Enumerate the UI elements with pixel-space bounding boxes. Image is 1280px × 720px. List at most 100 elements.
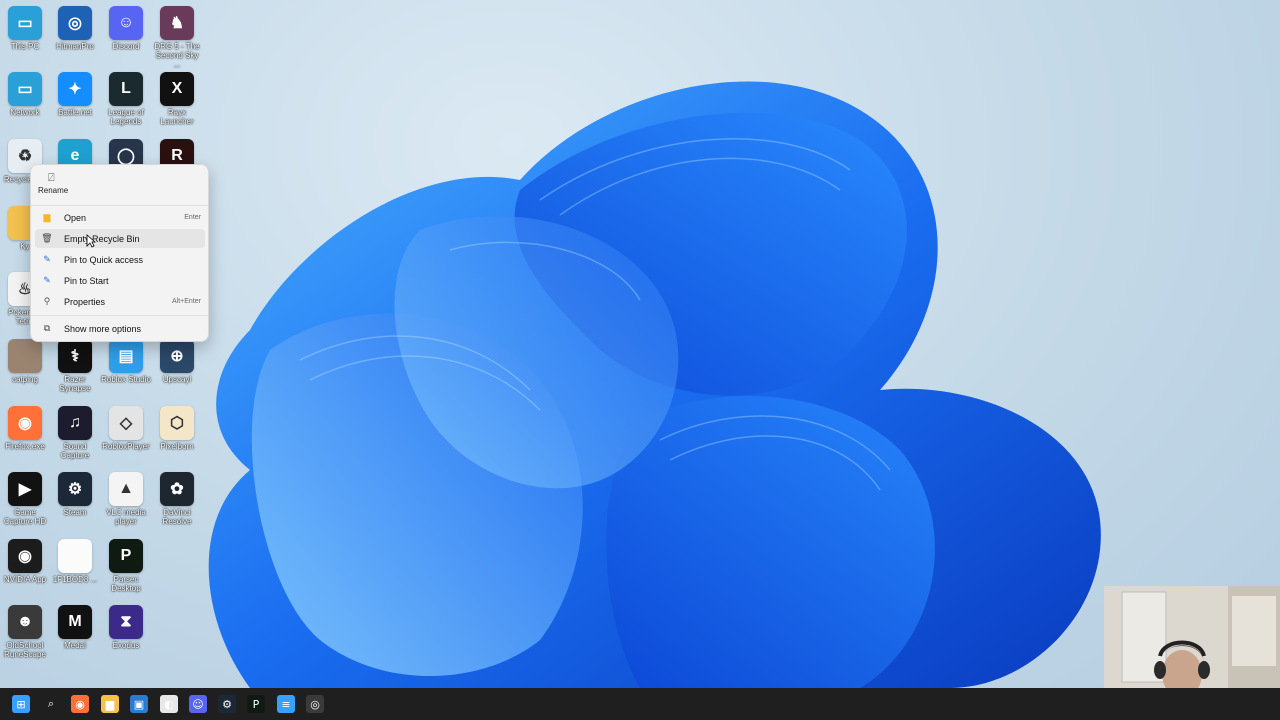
game-icon: ♞: [160, 6, 194, 40]
desktop-icon[interactable]: ◉ Firefox.exe: [0, 406, 50, 451]
wrench-icon: ⚲: [43, 296, 51, 306]
desktop-icon[interactable]: ⊕ Upscayl: [152, 339, 202, 384]
menu-item-open[interactable]: ▆ Open Enter: [35, 208, 205, 227]
desktop-icon[interactable]: ☻ OldSchool RuneScape: [0, 605, 50, 659]
notepad-icon[interactable]: ≡: [277, 695, 295, 713]
desktop-icon[interactable]: ▲ VLC media player: [101, 472, 151, 526]
sound-capture-icon: ♫: [58, 406, 92, 440]
menu-item-pin-start[interactable]: ✎ Pin to Start: [35, 271, 205, 290]
nvidia-icon: ◉: [8, 539, 42, 573]
desktop-icon[interactable]: 1F1BOD8 ...: [50, 539, 100, 584]
desktop-icon[interactable]: ⧗ Exodus: [101, 605, 151, 650]
rename-label[interactable]: Rename: [38, 186, 68, 195]
mouse-cursor-icon: [86, 234, 96, 248]
app-icon[interactable]: ◐: [160, 695, 178, 713]
desktop-icon[interactable]: ▶ Game Capture HD: [0, 472, 50, 526]
desktop-icon-label: Pixelborn: [160, 442, 194, 451]
pixelborn-icon: ⬡: [160, 406, 194, 440]
desktop-icon[interactable]: ▤ Roblox Studio: [101, 339, 151, 384]
desktop-icon-label: League of Legends: [108, 108, 144, 126]
menu-item-properties[interactable]: ⚲ Properties Alt+Enter: [35, 292, 205, 311]
shortcut-label: Alt+Enter: [172, 298, 201, 305]
razer-icon: ⚕: [58, 339, 92, 373]
desktop-icon[interactable]: ⚕ Razer Synapse: [50, 339, 100, 393]
desktop-icon[interactable]: ▭ This PC: [0, 6, 50, 51]
desktop-icon[interactable]: ◇ RobloxPlayer: [101, 406, 151, 451]
desktop-icon[interactable]: ✦ Battle.net: [50, 72, 100, 117]
parsec-icon[interactable]: P: [247, 695, 265, 713]
menu-item-empty-recycle-bin[interactable]: 🗑 Empty Recycle Bin: [35, 229, 205, 248]
launcher-icon: X: [160, 72, 194, 106]
battlenet-icon: ✦: [58, 72, 92, 106]
steam-icon: ⚙: [58, 472, 92, 506]
monitor-icon: ▭: [8, 6, 42, 40]
file-explorer-icon[interactable]: ▆: [101, 695, 119, 713]
desktop-icon-label: Exodus: [112, 641, 140, 650]
start-icon[interactable]: ⊞: [12, 695, 30, 713]
desktop-icon-label: DRG 5 - The Second Sky ...: [154, 42, 200, 69]
desktop-icon[interactable]: ♫ Sound Capture: [50, 406, 100, 460]
firefox-icon[interactable]: ◉: [71, 695, 89, 713]
desktop-icon[interactable]: X Rayx Launcher: [152, 72, 202, 126]
context-menu-toolbar: ⍁ Rename: [31, 165, 208, 201]
desktop-icon-label: OldSchool RuneScape: [4, 641, 46, 659]
desktop-icon-label: Medal: [64, 641, 86, 650]
desktop-icon[interactable]: L League of Legends: [101, 72, 151, 126]
desktop-icon-label: Razer Synapse: [59, 375, 91, 393]
desktop-icon-label: RobloxPlayer: [102, 442, 150, 451]
menu-item-label: Open: [64, 212, 87, 223]
desktop-icon-label: DaVinci Resolve: [162, 508, 192, 526]
share-icon: ⧉: [43, 323, 51, 333]
roblox-studio-icon: ▤: [109, 339, 143, 373]
photos-icon[interactable]: ▣: [130, 695, 148, 713]
desktop-icon-label: Firefox.exe: [5, 442, 45, 451]
desktop-icon[interactable]: P Parsec Desktop: [101, 539, 151, 593]
desktop-icon[interactable]: ⚙ Steam: [50, 472, 100, 517]
desktop-icon[interactable]: M Medal: [50, 605, 100, 650]
pin-icon: ✎: [43, 254, 51, 264]
rename-icon[interactable]: ⍁: [48, 172, 55, 185]
taskbar: ⊞ ⌕ ◉ ▆ ▣ ◐ ☺ ⚙ P ≡ ◎: [0, 688, 1280, 720]
desktop-icon-label: Discord: [112, 42, 140, 51]
pin-icon: ✎: [43, 275, 51, 285]
shortcut-label: Enter: [184, 214, 201, 221]
upscayl-icon: ⊕: [160, 339, 194, 373]
desktop-icon-label: Battle.net: [58, 108, 92, 117]
desktop-icon-label: Rayx Launcher: [160, 108, 194, 126]
menu-item-label: Show more options: [64, 323, 142, 334]
desktop[interactable]: ▭ This PC ◎ HitmanPro ☺ Discord ♞ DRG 5 - The S…: [0, 0, 1280, 688]
desktop-icon-label: 1F1BOD8 ...: [52, 575, 98, 584]
desktop-icon-label: Ky: [20, 242, 30, 251]
desktop-icon-label: This PC: [10, 42, 40, 51]
desktop-icon-label: Upscayl: [162, 375, 192, 384]
hitmanpro-icon: ◎: [58, 6, 92, 40]
desktop-icon[interactable]: ◉ NVIDIA App: [0, 539, 50, 584]
menu-item-show-more-options[interactable]: ⧉ Show more options: [35, 319, 205, 338]
network-icon: ▭: [8, 72, 42, 106]
desktop-icon[interactable]: ▭ Network: [0, 72, 50, 117]
parsec-icon: P: [109, 539, 143, 573]
menu-divider: [31, 205, 208, 206]
steam-icon[interactable]: ⚙: [218, 695, 236, 713]
menu-item-label: Pin to Start: [64, 275, 109, 286]
desktop-icon-label: catping: [12, 375, 38, 384]
menu-item-pin-quick-access[interactable]: ✎ Pin to Quick access: [35, 250, 205, 269]
desktop-icon[interactable]: catping: [0, 339, 50, 384]
vlc-icon: ▲: [109, 472, 143, 506]
desktop-icon-label: Sound Capture: [60, 442, 90, 460]
desktop-icon[interactable]: ☺ Discord: [101, 6, 151, 51]
desktop-icon-label: HitmanPro: [56, 42, 94, 51]
menu-item-label: Properties: [64, 296, 106, 307]
discord-icon[interactable]: ☺: [189, 695, 207, 713]
desktop-icon[interactable]: ✿ DaVinci Resolve: [152, 472, 202, 526]
chrome-icon[interactable]: ◎: [306, 695, 324, 713]
desktop-icon-label: Roblox Studio: [101, 375, 151, 384]
menu-item-label: Empty Recycle Bin: [64, 233, 140, 244]
desktop-icon[interactable]: ♞ DRG 5 - The Second Sky ...: [152, 6, 202, 69]
desktop-icon[interactable]: ⬡ Pixelborn: [152, 406, 202, 451]
runescape-icon: ☻: [8, 605, 42, 639]
roblox-player-icon: ◇: [109, 406, 143, 440]
desktop-icon[interactable]: ◎ HitmanPro: [50, 6, 100, 51]
search-icon[interactable]: ⌕: [42, 695, 60, 713]
desktop-icon-label: Game Capture HD: [3, 508, 47, 526]
